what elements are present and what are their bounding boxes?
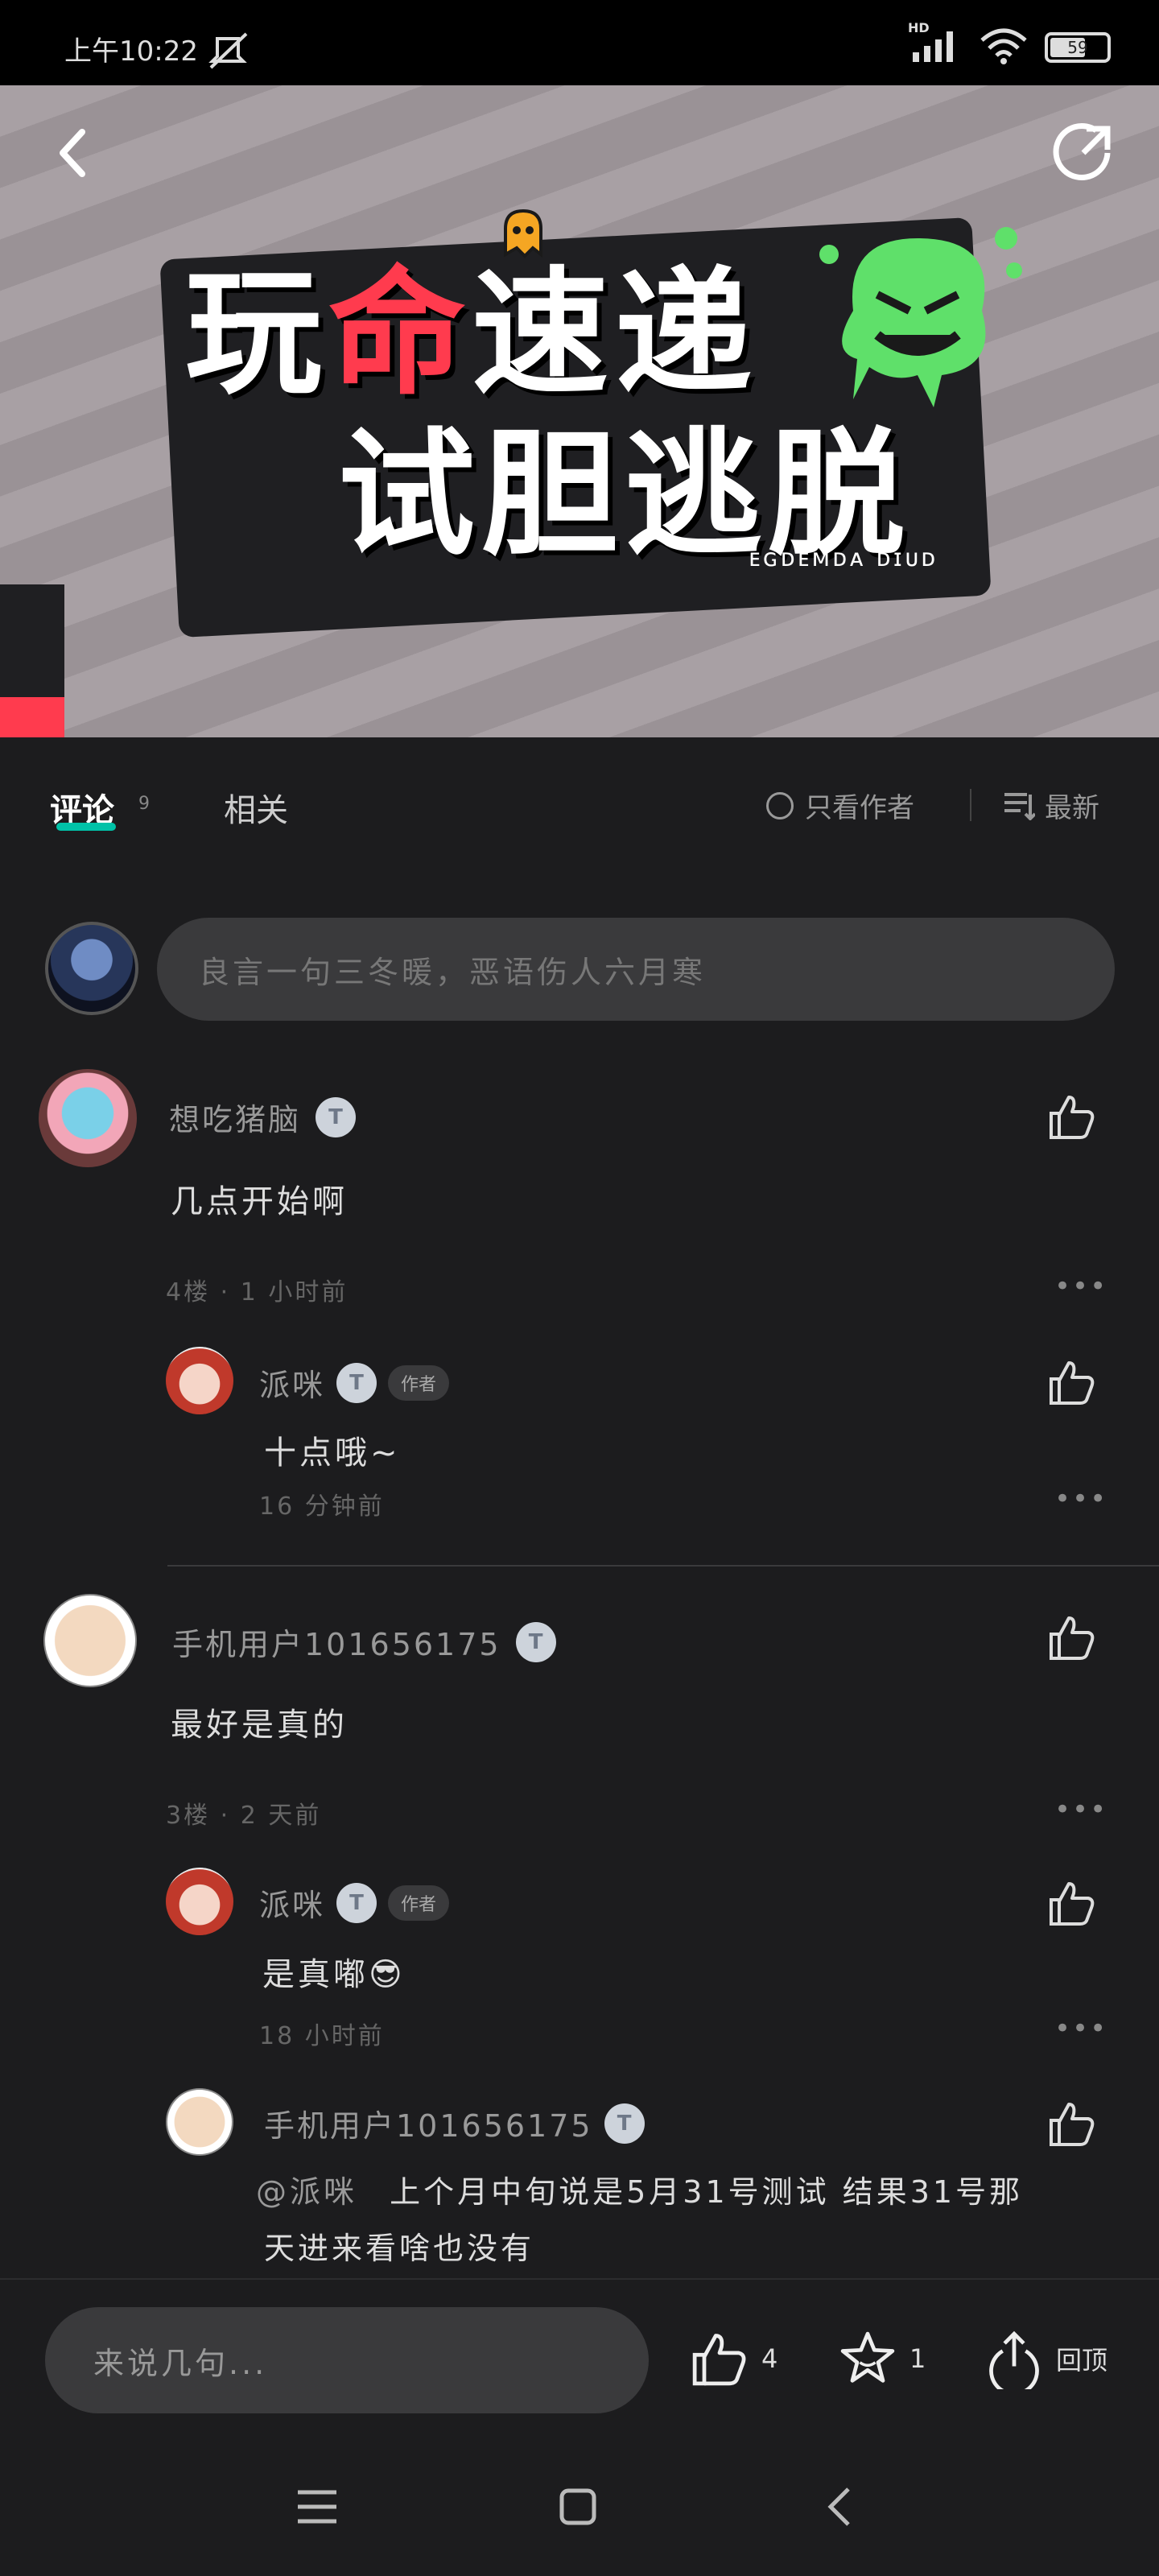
sort-button[interactable]: 最新 <box>1003 786 1099 825</box>
menu-icon[interactable] <box>296 2487 338 2529</box>
like-button[interactable] <box>1046 1356 1098 1408</box>
reply-text: 是真嘟😎 <box>262 1956 406 1993</box>
comment-header: 手机用户101656175 T <box>172 1620 556 1664</box>
more-options-icon[interactable]: ••• <box>1054 1794 1107 1826</box>
author-tag: 作者 <box>388 1364 450 1401</box>
reply-username[interactable]: 手机用户101656175 <box>264 2101 593 2145</box>
status-time: 上午10:22 <box>64 35 198 68</box>
sort-icon <box>1004 792 1035 820</box>
banner-side-badge <box>0 584 64 737</box>
avatar[interactable] <box>43 1594 137 1687</box>
share-icon <box>1053 122 1111 180</box>
comment-meta: 4楼 · 1 小时前 <box>166 1278 349 1307</box>
level-badge-icon: T <box>515 1621 556 1662</box>
home-icon[interactable] <box>559 2487 597 2529</box>
favorite-button[interactable]: 1 <box>837 2328 926 2389</box>
radio-icon <box>766 791 794 819</box>
thumbs-up-icon <box>1050 2103 1095 2146</box>
upload-arrow-icon <box>989 2330 1039 2389</box>
sort-label: 最新 <box>1045 792 1099 824</box>
battery-icon: 59 <box>1045 32 1111 63</box>
level-badge-icon: T <box>336 1362 377 1403</box>
comment-divider <box>167 1565 1159 1567</box>
comment-meta: 3楼 · 2 天前 <box>166 1802 322 1830</box>
slime-monster-icon <box>797 206 1038 419</box>
thumbs-up-icon <box>1050 1616 1095 1660</box>
comment-header: 想吃猪脑 T <box>169 1095 357 1139</box>
comment-input[interactable]: 良言一句三冬暖，恶语伤人六月寒 <box>157 918 1115 1021</box>
avatar[interactable] <box>166 1868 233 1935</box>
system-nav-bar <box>0 2439 1159 2576</box>
comment-username[interactable]: 手机用户101656175 <box>172 1620 501 1664</box>
nav-back-icon[interactable] <box>826 2486 853 2531</box>
like-button[interactable] <box>1046 1091 1098 1142</box>
reply-meta: 18 小时前 <box>259 2022 385 2050</box>
reply-text-line1: @派咪 上个月中旬说是5月31号测试 结果31号那 <box>256 2174 1024 2210</box>
avatar[interactable] <box>166 2088 233 2156</box>
like-button[interactable] <box>1046 2098 1098 2149</box>
battery-level: 59 <box>1067 38 1088 57</box>
reply-username[interactable]: 派咪 <box>259 1880 325 1925</box>
avatar[interactable] <box>39 1069 137 1167</box>
back-button[interactable] <box>40 121 105 185</box>
tab-active-indicator <box>56 823 116 831</box>
wifi-icon <box>979 27 1029 68</box>
favorite-count: 1 <box>909 2343 926 2374</box>
ghost-icon <box>499 206 547 266</box>
back-to-top-label: 回顶 <box>1056 2345 1108 2376</box>
tab-bar: 评论 9 相关 只看作者 最新 <box>0 737 1159 874</box>
like-button[interactable] <box>1046 1612 1098 1663</box>
banner-subtitle: ᴇɢᴅᴇᴍᴅᴀ ᴅɪᴜᴅ <box>749 544 938 572</box>
thumbs-up-icon <box>692 2334 746 2386</box>
reply-username[interactable]: 派咪 <box>259 1360 325 1405</box>
share-button[interactable] <box>1051 121 1116 185</box>
level-badge-icon: T <box>336 1882 377 1923</box>
mute-icon <box>206 32 253 76</box>
reply-header: 手机用户101656175 T <box>264 2101 645 2145</box>
star-icon <box>840 2331 895 2383</box>
comment-text: 最好是真的 <box>171 1707 348 1744</box>
tab-related[interactable]: 相关 <box>224 784 288 831</box>
more-options-icon[interactable]: ••• <box>1054 1483 1107 1515</box>
chevron-left-icon <box>60 129 85 177</box>
reply-text-line2: 天进来看啥也没有 <box>264 2231 535 2266</box>
tab-divider <box>970 789 971 821</box>
my-avatar[interactable] <box>45 922 138 1015</box>
level-badge-icon: T <box>316 1096 357 1137</box>
bottom-action-bar: 来说几句... 4 1 回顶 <box>0 2278 1159 2441</box>
like-post-button[interactable]: 4 <box>689 2328 777 2389</box>
thumbs-up-icon <box>1050 1096 1095 1139</box>
mention-link[interactable]: @派咪 <box>256 2174 357 2210</box>
author-tag: 作者 <box>388 1885 450 1921</box>
back-to-top-button[interactable]: 回顶 <box>984 2328 1107 2389</box>
only-author-label: 只看作者 <box>805 792 914 824</box>
thumbs-up-icon <box>1050 1882 1095 1926</box>
more-options-icon[interactable]: ••• <box>1054 2013 1107 2045</box>
signal-icon: HD <box>908 20 963 67</box>
network-type: HD <box>908 20 930 35</box>
bottom-comment-input[interactable]: 来说几句... <box>45 2307 649 2413</box>
comment-text: 几点开始啊 <box>171 1183 348 1220</box>
reply-meta: 16 分钟前 <box>259 1492 385 1521</box>
avatar[interactable] <box>166 1347 233 1414</box>
reply-header: 派咪 T 作者 <box>259 1880 450 1925</box>
only-author-toggle[interactable]: 只看作者 <box>766 786 914 825</box>
level-badge-icon: T <box>604 2103 645 2144</box>
video-banner[interactable]: 玩命速递 试胆逃脱 ᴇɢᴅᴇᴍᴅᴀ ᴅɪᴜᴅ <box>0 85 1159 737</box>
comments-count: 9 <box>138 794 150 814</box>
reply-header: 派咪 T 作者 <box>259 1360 450 1405</box>
reply-text: 十点哦~ <box>264 1435 401 1472</box>
comment-username[interactable]: 想吃猪脑 <box>169 1095 301 1139</box>
thumbs-up-icon <box>1050 1361 1095 1405</box>
like-count: 4 <box>761 2343 778 2374</box>
status-bar: 上午10:22 HD 59 <box>0 0 1159 85</box>
status-right: HD 59 <box>908 20 1111 68</box>
more-options-icon[interactable]: ••• <box>1054 1270 1107 1302</box>
like-button[interactable] <box>1046 1877 1098 1929</box>
